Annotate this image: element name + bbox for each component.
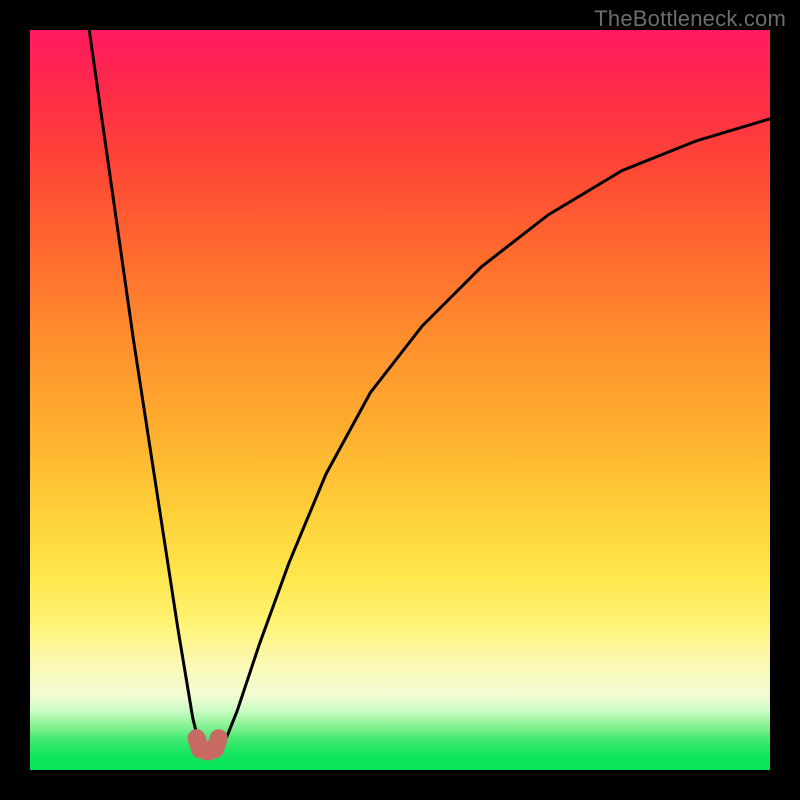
chart-frame: TheBottleneck.com: [0, 0, 800, 800]
curve-layer: [89, 30, 770, 752]
series-left-branch: [89, 30, 200, 748]
chart-svg: [30, 30, 770, 770]
series-right-branch: [222, 119, 770, 748]
series-dip-marker: [197, 738, 219, 751]
plot-area: [30, 30, 770, 770]
watermark-text: TheBottleneck.com: [594, 6, 786, 32]
